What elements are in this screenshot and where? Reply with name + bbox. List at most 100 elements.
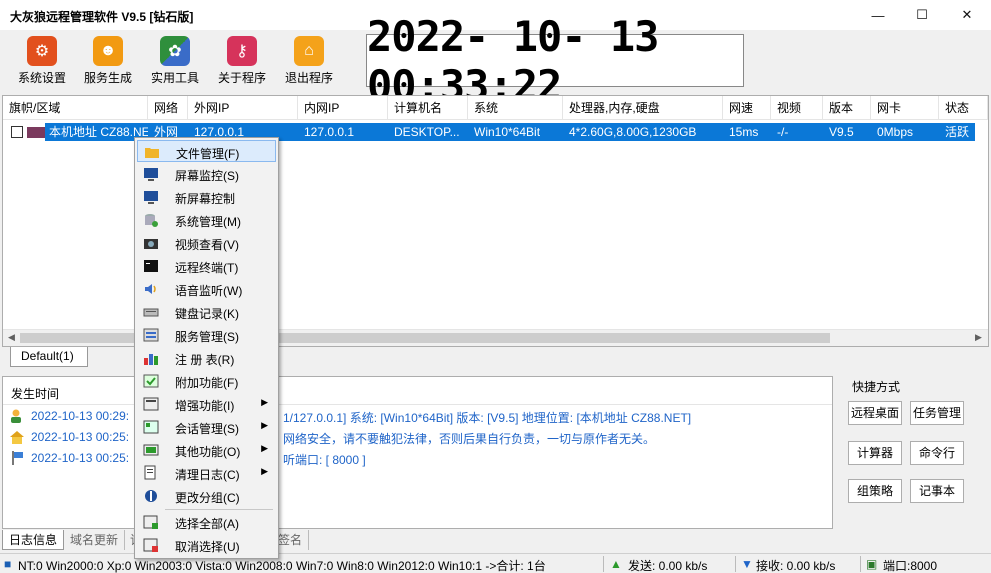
build-service-button[interactable]: ☻ 服务生成 [76,34,140,90]
cell-speed: 15ms [729,125,759,139]
menu-session[interactable]: 会话管理(S) ▶ [137,416,276,438]
menu-select-all[interactable]: 选择全部(A) [137,511,276,533]
log-message: 1/127.0.0.1] 系统: [Win10*64Bit] 版本: [V9.5… [283,411,692,425]
menu-keylogger[interactable]: 键盘记录(K) [137,301,276,323]
col-hardware[interactable]: 处理器,内存,硬盘 [563,96,723,120]
maximize-icon: ☐ [916,7,928,22]
menu-clear-log[interactable]: 清理日志(C) ▶ [137,462,276,484]
window-title: 大灰狼远程管理软件 V9.5 [钻石版] [10,10,194,24]
col-speed[interactable]: 网速 [723,96,771,120]
menu-label: 清理日志(C) [175,468,240,482]
col-version[interactable]: 版本 [823,96,871,120]
remote-desktop-button[interactable]: 远程桌面 [848,401,902,425]
settings-button[interactable]: ⚙ 系统设置 [10,34,74,90]
menu-label: 文件管理(F) [176,147,240,161]
maximize-button[interactable]: ☐ [899,0,945,30]
cmd-button[interactable]: 命令行 [910,441,964,465]
status-separator [860,556,861,572]
menu-remote-terminal[interactable]: 远程终端(T) [137,255,276,277]
menu-addons[interactable]: 附加功能(F) [137,370,276,392]
flag-icon [12,451,23,465]
col-lan-ip[interactable]: 内网IP [298,96,388,120]
terminal-icon [144,260,158,272]
menu-label: 其他功能(O) [175,445,241,459]
menu-screen-monitor[interactable]: 屏幕监控(S) [137,163,276,185]
select-all-icon [143,515,158,529]
menu-voice-monitor[interactable]: 语音监听(W) [137,278,276,300]
log-message: 听端口: [ 8000 ] [283,453,366,467]
log-message: 网络安全，请不要触犯法律，否则后果自行负责，一切与原作者无关。 [283,432,656,446]
menu-label: 系统管理(M) [175,215,241,229]
col-region[interactable]: 旗帜/区域 [3,96,148,120]
col-network[interactable]: 网络 [148,96,188,120]
user-online-icon [11,409,21,423]
keyboard-icon [143,308,159,317]
log-row[interactable]: 2022-10-13 00:25: 网络安全，请不要触犯法律，否则后果自行负责，… [3,427,832,447]
menu-registry[interactable]: 注 册 表(R) [137,347,276,369]
menu-other[interactable]: 其他功能(O) ▶ [137,439,276,461]
close-button[interactable]: ✕ [944,0,990,30]
menu-enhanced[interactable]: 增强功能(I) ▶ [137,393,276,415]
col-video[interactable]: 视频 [771,96,823,120]
menu-change-group[interactable]: 更改分组(C) [137,485,276,507]
speaker-icon [145,284,156,294]
cell-status: 活跃 [945,125,970,139]
exit-button[interactable]: ⌂ 退出程序 [277,34,341,90]
scroll-right-icon[interactable]: ▶ [971,332,986,345]
cell-os: Win10*64Bit [474,125,541,139]
tools-button[interactable]: ✿ 实用工具 [143,34,207,90]
menu-label: 键盘记录(K) [175,307,239,321]
tab-domain-update[interactable]: 域名更新 [64,530,126,550]
group-icon [145,490,157,502]
bottom-tabs: 日志信息 域名更新 该 签名 [2,530,833,550]
scroll-left-icon[interactable]: ◀ [4,332,19,345]
menu-file-manager[interactable]: 文件管理(F) [137,140,276,162]
menu-system-manager[interactable]: 系统管理(M) [137,209,276,231]
status-separator [603,556,604,572]
menu-label: 增强功能(I) [175,399,235,413]
log-row[interactable]: 2022-10-13 00:25: 听端口: [ 8000 ] [3,448,832,468]
row-checkbox[interactable] [11,126,23,138]
key-icon: ⚷ [227,36,257,66]
user-icon: ☻ [93,36,123,66]
about-button[interactable]: ⚷ 关于程序 [210,34,274,90]
monitor-icon [144,168,158,181]
col-status[interactable]: 状态 [939,96,988,120]
menu-label: 远程终端(T) [175,261,239,275]
group-tab-default[interactable]: Default(1) [10,347,88,367]
log-header: 发生时间 [3,377,832,405]
settings-label: 系统设置 [17,71,66,85]
exit-label: 退出程序 [284,71,333,85]
menu-new-screen-control[interactable]: 新屏幕控制 [137,186,276,208]
menu-label: 屏幕监控(S) [175,169,239,183]
task-manager-button[interactable]: 任务管理 [910,401,964,425]
cell-version: V9.5 [829,125,854,139]
port-label: 端口:8000 [883,559,938,573]
log-col-time: 发生时间 [11,387,60,401]
recv-rate: 接收: 0.00 kb/s [756,559,836,573]
close-icon: ✕ [961,7,973,22]
menu-service-manager[interactable]: 服务管理(S) [137,324,276,346]
log-row[interactable]: 2022-10-13 00:29: 1/127.0.0.1] 系统: [Win1… [3,406,832,426]
cell-nic: 0Mbps [877,125,914,139]
col-os[interactable]: 系统 [468,96,563,120]
notepad-button[interactable]: 记事本 [910,479,964,503]
network-icon: ▣ [866,557,878,571]
tab-log[interactable]: 日志信息 [2,530,65,550]
clock-display: 2022- 10- 13 00:33:22 [366,12,744,110]
cell-hardware: 4*2.60G,8.00G,1230GB [569,125,697,139]
calculator-button[interactable]: 计算器 [848,441,902,465]
menu-deselect[interactable]: 取消选择(U) [137,534,276,556]
col-wan-ip[interactable]: 外网IP [188,96,298,120]
menu-video-view[interactable]: 视频查看(V) [137,232,276,254]
col-nic[interactable]: 网卡 [871,96,939,120]
group-policy-button[interactable]: 组策略 [848,479,902,503]
menu-label: 注 册 表(R) [175,353,235,367]
enhance-icon [143,397,159,411]
send-rate: 发送: 0.00 kb/s [628,559,708,573]
session-icon [143,420,159,434]
minimize-button[interactable]: — [855,0,901,30]
col-computer[interactable]: 计算机名 [388,96,468,120]
log-time: 2022-10-13 00:25: [31,430,130,444]
other-icon [143,444,159,456]
